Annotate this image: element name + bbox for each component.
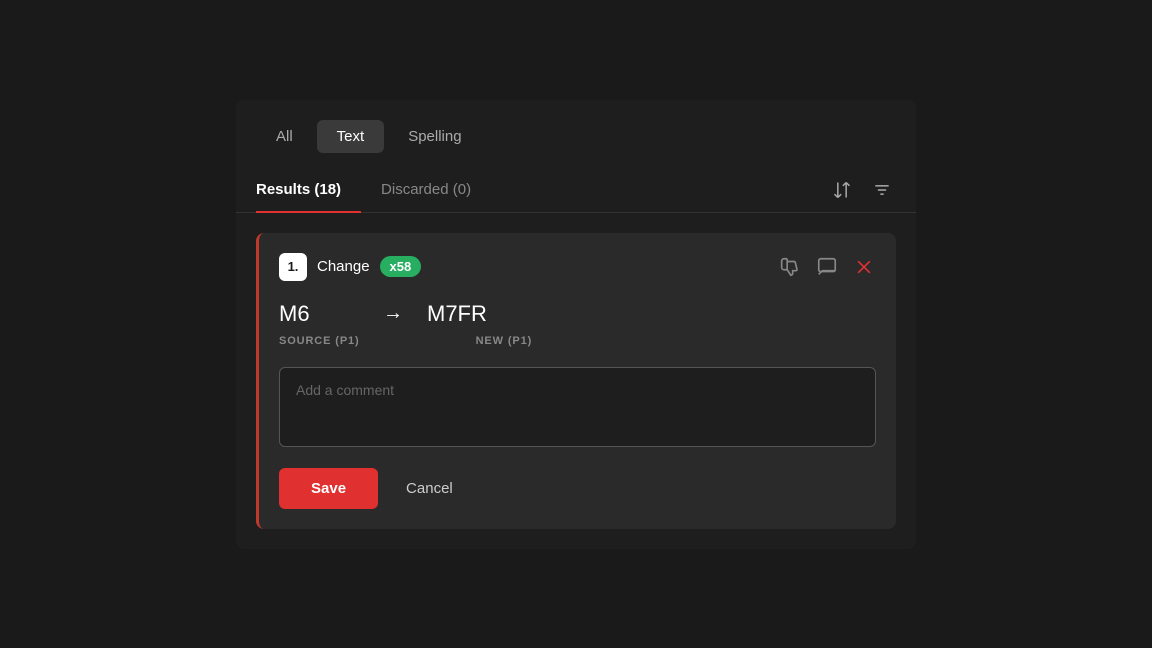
source-label: SOURCE (P1) (279, 335, 360, 347)
comment-icon (816, 256, 838, 278)
new-label: NEW (P1) (476, 335, 533, 347)
save-button[interactable]: Save (279, 468, 378, 509)
comment-button[interactable] (814, 254, 840, 280)
source-value: M6 (279, 301, 359, 327)
button-row: Save Cancel (279, 468, 876, 509)
card-area: 1. Change x58 (236, 213, 916, 549)
discarded-tab[interactable]: Discarded (0) (361, 169, 491, 212)
results-row: Results (18) Discarded (0) (236, 169, 916, 213)
cancel-button[interactable]: Cancel (390, 468, 469, 509)
tabs-row: All Text Spelling (236, 120, 916, 169)
sort-icon (832, 180, 852, 200)
comment-input[interactable] (279, 367, 876, 447)
sort-icons (828, 176, 896, 204)
results-tab[interactable]: Results (18) (256, 169, 361, 212)
labels-row: SOURCE (P1) NEW (P1) (279, 335, 876, 347)
filter-button[interactable] (868, 176, 896, 204)
change-card: 1. Change x58 (256, 233, 896, 529)
dislike-button[interactable] (776, 254, 802, 280)
card-actions (776, 254, 876, 280)
card-change-label: Change (317, 258, 370, 275)
new-value: M7FR (427, 301, 487, 327)
sort-button[interactable] (828, 176, 856, 204)
badge-count: x58 (380, 256, 422, 277)
main-panel: All Text Spelling Results (18) Discarded… (236, 100, 916, 549)
change-row: M6 → M7FR (279, 301, 876, 327)
close-icon (854, 257, 874, 277)
tab-text[interactable]: Text (317, 120, 385, 153)
close-button[interactable] (852, 255, 876, 279)
arrow-right-icon: → (383, 302, 403, 325)
tab-all[interactable]: All (256, 120, 313, 153)
filter-icon (872, 180, 892, 200)
card-number: 1. (279, 253, 307, 281)
tab-spelling[interactable]: Spelling (388, 120, 481, 153)
dislike-icon (778, 256, 800, 278)
card-header: 1. Change x58 (279, 253, 876, 281)
